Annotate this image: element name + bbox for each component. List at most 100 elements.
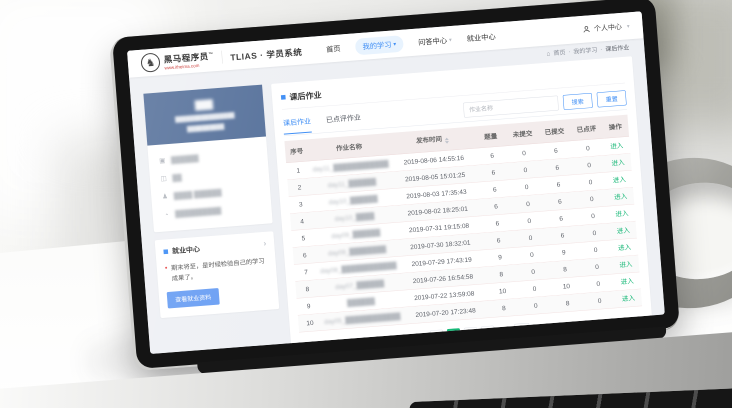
cell-action: 进入 — [611, 240, 638, 255]
cell-submitted: 6 — [546, 228, 579, 243]
enter-link[interactable]: 进入 — [619, 260, 633, 268]
next-page-button[interactable]: › — [481, 326, 495, 340]
column-header: 序号 — [285, 141, 309, 161]
profile-info-list: ▣██████ ◫██ ♟████ ██████ ◔██████████ — [147, 136, 272, 232]
cell-no: 2 — [288, 180, 312, 195]
tab-reviewed[interactable]: 已点评作业 — [326, 112, 362, 131]
red-dot-icon: ● — [164, 263, 168, 284]
nav-home[interactable]: 首页 — [326, 43, 341, 55]
cell-action: 进入 — [610, 223, 637, 238]
cell-submitted: 8 — [551, 295, 584, 310]
enter-link[interactable]: 进入 — [614, 192, 628, 200]
laptop-keyboard — [397, 384, 732, 408]
nav-my-learning-label: 我的学习 — [362, 39, 392, 52]
enter-link[interactable]: 进入 — [613, 175, 627, 183]
enter-link[interactable]: 进入 — [616, 226, 630, 234]
breadcrumb-separator: · — [600, 45, 603, 52]
product-title: TLIAS · 学员系统 — [230, 45, 303, 63]
column-header: 已提交 — [538, 121, 571, 142]
profile-header: ███ ████████████████ ██████████ — [143, 85, 266, 146]
cell-question-count: 6 — [478, 182, 511, 197]
cell-action: 进入 — [607, 189, 634, 204]
tabs: 课后作业 已点评作业 — [283, 112, 362, 134]
cell-no: 3 — [289, 197, 313, 212]
divider — [221, 51, 222, 64]
enter-link[interactable]: 进入 — [622, 294, 636, 302]
info-text-redacted: ██████ — [171, 154, 199, 164]
cell-no: 4 — [290, 214, 314, 229]
homework-table: 序号 作业名称 发布时间 题量 未提交 已提交 已点评 操作 1 — [284, 115, 642, 333]
sort-icon[interactable] — [444, 135, 449, 145]
tab-homework[interactable]: 课后作业 — [283, 116, 312, 135]
nav-job-center[interactable]: 就业中心 — [466, 31, 496, 44]
content-area: ███ ████████████████ ██████████ ▣██████ … — [130, 53, 665, 354]
cell-no: 6 — [293, 248, 317, 263]
cell-not-submitted: 0 — [508, 145, 541, 160]
cell-question-count: 6 — [480, 199, 513, 214]
goto-label: 前往 — [498, 326, 511, 336]
cell-action: 进入 — [612, 257, 639, 272]
nav-qa-center[interactable]: 问答中心▾ — [418, 34, 452, 47]
cell-action: 进入 — [609, 206, 636, 221]
cell-submitted: 10 — [550, 279, 583, 294]
user-menu[interactable]: 个人中心 ▾ — [582, 21, 630, 35]
team-icon: ◫ — [160, 174, 168, 183]
cell-reviewed: 0 — [573, 157, 606, 172]
column-header: 题量 — [474, 126, 507, 147]
blue-square-icon — [281, 95, 286, 100]
homework-search-input[interactable] — [463, 95, 559, 117]
breadcrumb-my-learning[interactable]: 我的学习 — [573, 45, 598, 55]
reset-button[interactable]: 重置 — [597, 90, 627, 107]
cell-submitted: 9 — [547, 245, 580, 260]
page-button-1[interactable]: 1 — [447, 328, 461, 342]
notice-text: 期末将至，是时候检验自己的学习成果了。 — [171, 256, 269, 285]
nav-my-learning[interactable]: 我的学习▾ — [355, 35, 404, 55]
school-icon: ▣ — [158, 156, 166, 165]
cell-question-count: 9 — [484, 250, 517, 265]
cell-action: 进入 — [603, 138, 630, 153]
cell-question-count: 6 — [481, 216, 514, 231]
cell-reviewed: 0 — [574, 174, 607, 189]
cell-no: 8 — [295, 282, 319, 297]
total-count: 共 14 条 — [403, 333, 427, 344]
cell-question-count: 6 — [477, 165, 510, 180]
tlias-app-window: ♞ 黑马程序员™ www.itheima.com TLIAS · 学员系统 首页… — [127, 11, 665, 354]
cell-reviewed: 0 — [571, 140, 604, 155]
cell-not-submitted: 0 — [510, 179, 543, 194]
job-materials-button[interactable]: 查看就业资料 — [167, 288, 220, 308]
cell-submitted: 6 — [542, 177, 575, 192]
cell-reviewed: 0 — [575, 191, 608, 206]
page-button-2[interactable]: 2 — [464, 327, 478, 341]
homework-name-redacted: day08_████████████ — [320, 261, 397, 274]
breadcrumb-current: 课后作业 — [605, 43, 630, 53]
homework-name-redacted: day11_██████ — [327, 178, 376, 189]
column-header-label: 发布时间 — [416, 135, 443, 144]
chevron-right-icon: › — [263, 239, 266, 248]
laptop: ♞ 黑马程序员™ www.itheima.com TLIAS · 学员系统 首页… — [112, 0, 693, 408]
search-button[interactable]: 搜索 — [563, 93, 593, 110]
laptop-screen: ♞ 黑马程序员™ www.itheima.com TLIAS · 学员系统 首页… — [127, 11, 665, 354]
person-icon: ♟ — [161, 192, 169, 201]
job-center-header[interactable]: 就业中心 › — [163, 239, 266, 257]
enter-link[interactable]: 进入 — [620, 277, 634, 285]
clock-icon: ◔ — [162, 210, 170, 218]
scene: ♞ 黑马程序员™ www.itheima.com TLIAS · 学员系统 首页… — [0, 0, 732, 408]
chevron-down-icon: ▾ — [393, 40, 396, 47]
cell-publish-time: 2019-07-20 17:23:48 — [403, 303, 489, 322]
cell-action: 进入 — [605, 155, 632, 170]
cell-reviewed: 0 — [582, 276, 615, 291]
homework-name-redacted: day07_██████ — [335, 279, 384, 290]
enter-link[interactable]: 进入 — [611, 158, 625, 166]
chevron-down-icon: ▾ — [627, 23, 630, 30]
enter-link[interactable]: 进入 — [610, 141, 624, 149]
cell-question-count: 8 — [485, 266, 518, 281]
breadcrumb-home[interactable]: 首页 — [553, 48, 566, 57]
cell-not-submitted: 0 — [509, 162, 542, 177]
chevron-down-icon: ▾ — [449, 36, 452, 43]
enter-link[interactable]: 进入 — [618, 243, 632, 251]
goto-page-input[interactable] — [514, 323, 530, 337]
cell-action: 进入 — [606, 172, 633, 187]
enter-link[interactable]: 进入 — [615, 209, 629, 217]
nav-qa-center-label: 问答中心 — [418, 35, 448, 48]
prev-page-button[interactable]: ‹ — [430, 329, 444, 343]
